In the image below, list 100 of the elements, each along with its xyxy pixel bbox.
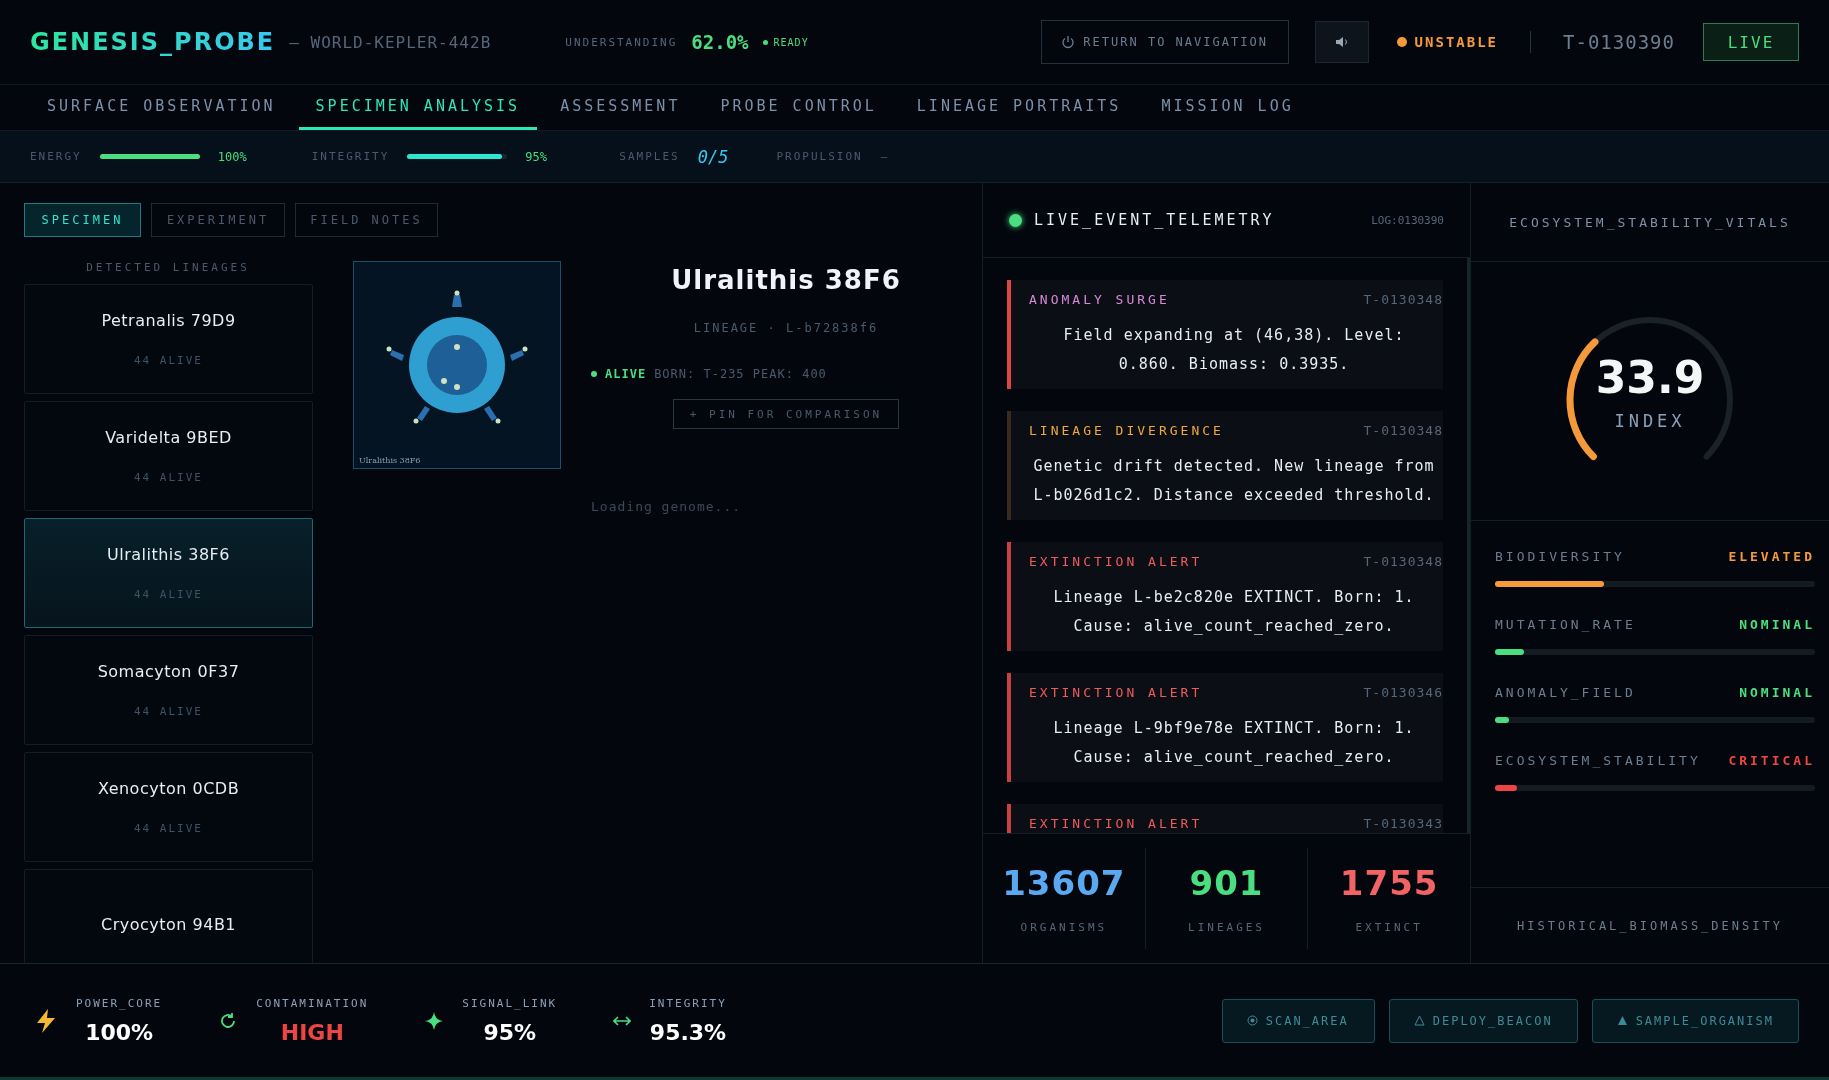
- energy-reading: 100%: [217, 149, 248, 164]
- readout-label: INTEGRITY: [649, 996, 727, 1010]
- lineage-card[interactable]: Varidelta 9BED 44 ALIVE: [24, 401, 313, 511]
- nav-tab[interactable]: MISSION LOG: [1144, 85, 1311, 130]
- event-time: T-0130343: [1363, 816, 1443, 831]
- alive-count: 44 ALIVE: [134, 588, 203, 601]
- event-time: T-0130348: [1363, 292, 1443, 307]
- samples-label: SAMPLES: [619, 150, 680, 163]
- alive-status: ALIVE: [605, 367, 647, 381]
- lineage-card[interactable]: Somacyton 0F37 44 ALIVE: [24, 635, 313, 745]
- gauge-label: INDEX: [1614, 410, 1686, 431]
- target-icon: [1246, 1015, 1258, 1026]
- stat-label: ORGANISMS: [1020, 921, 1108, 934]
- event-title: LINEAGE DIVERGENCE: [1029, 423, 1224, 438]
- log-id: LOG:0130390: [1371, 213, 1444, 227]
- stat-value: 13607: [1002, 863, 1126, 903]
- metric-status: NOMINAL: [1739, 685, 1815, 700]
- lineage-id: LINEAGE · L-b72838f6: [693, 321, 879, 335]
- lineages-heading: DETECTED LINEAGES: [85, 261, 251, 274]
- metric-name: ANOMALY_FIELD: [1495, 685, 1636, 700]
- stat-value: 901: [1189, 863, 1264, 903]
- understanding-value: 62.0%: [691, 31, 749, 53]
- alive-count: 44 ALIVE: [134, 471, 203, 484]
- event-time: T-0130348: [1363, 423, 1443, 438]
- readout-value: 100%: [85, 1019, 154, 1045]
- event-title: EXTINCTION ALERT: [1029, 685, 1203, 700]
- event-title: ANOMALY SURGE: [1029, 292, 1170, 307]
- born-info: BORN: T-235 PEAK: 400: [654, 367, 827, 381]
- lineage-card[interactable]: Cryocyton 94B1: [24, 869, 313, 963]
- triangle-icon: [1413, 1015, 1425, 1026]
- nav-tab[interactable]: LINEAGE PORTRAITS: [899, 85, 1139, 130]
- propulsion-value: —: [880, 150, 890, 163]
- readout-label: POWER_CORE: [76, 996, 163, 1010]
- metric-status: NOMINAL: [1739, 617, 1815, 632]
- metric-name: MUTATION_RATE: [1495, 617, 1636, 632]
- lineage-card[interactable]: Ulralithis 38F6 44 ALIVE: [24, 518, 313, 628]
- readout-value: 95%: [483, 1019, 537, 1045]
- lineage-card[interactable]: Petranalis 79D9 44 ALIVE: [24, 284, 313, 394]
- gauge-value: 33.9: [1595, 351, 1705, 403]
- loading-text: Loading genome...: [590, 499, 743, 514]
- tick-counter: T-0130390: [1563, 31, 1675, 53]
- event-title: EXTINCTION ALERT: [1029, 816, 1203, 831]
- nav-tab[interactable]: PROBE CONTROL: [703, 85, 894, 130]
- alive-count: 44 ALIVE: [134, 822, 203, 835]
- stat-value: 1755: [1339, 863, 1439, 903]
- power-icon: [1061, 35, 1076, 49]
- lineage-name: Somacyton 0F37: [97, 662, 240, 681]
- metric-name: BIODIVERSITY: [1495, 549, 1625, 564]
- propulsion-label: PROPULSION: [776, 150, 863, 163]
- event-text: Lineage L-9bf9e78e EXTINCT. Born: 1. Cause: alive_count_reached_zero.: [1052, 718, 1416, 768]
- energy-label: ENERGY: [30, 150, 82, 163]
- scan-button[interactable]: SCAN_AREA: [1221, 998, 1375, 1043]
- world-name: — WORLD-KEPLER-442B: [289, 32, 492, 52]
- return-button[interactable]: RETURN TO NAVIGATION: [1040, 20, 1289, 64]
- readout-value: 95.3%: [649, 1019, 727, 1045]
- live-dot-icon: [1009, 213, 1022, 227]
- triangle-icon: [1616, 1015, 1628, 1026]
- sample-button[interactable]: SAMPLE_ORGANISM: [1591, 998, 1799, 1043]
- telemetry-title: LIVE_EVENT_TELEMETRY: [1034, 211, 1275, 229]
- status-dot-icon: [591, 371, 597, 377]
- metric-name: ECOSYSTEM_STABILITY: [1495, 753, 1701, 768]
- readout-value: HIGH: [280, 1019, 344, 1045]
- integrity-label: INTEGRITY: [311, 150, 390, 163]
- lineage-name: Ulralithis 38F6: [107, 545, 230, 564]
- ready-status: READY: [773, 36, 809, 48]
- stat-label: EXTINCT: [1355, 921, 1423, 934]
- alive-count: 44 ALIVE: [134, 705, 203, 718]
- metric-status: ELEVATED: [1728, 549, 1815, 564]
- event-text: Field expanding at (46,38). Level: 0.860. Biomass: 0.3935.: [1062, 325, 1406, 375]
- history-title: HISTORICAL_BIOMASS_DENSITY: [1471, 887, 1829, 963]
- metric-status: CRITICAL: [1728, 753, 1815, 768]
- lightning-icon: [34, 1007, 58, 1034]
- image-caption: Ulralithis 38F6: [359, 456, 421, 465]
- nav-tab[interactable]: ASSESSMENT: [543, 85, 698, 130]
- stat-label: LINEAGES: [1188, 921, 1265, 934]
- status-dot-icon: [762, 39, 768, 45]
- double-arrow-icon: [613, 1013, 632, 1028]
- nav-tab[interactable]: SURFACE OBSERVATION: [30, 85, 293, 130]
- stability-status: UNSTABLE: [1396, 34, 1499, 50]
- speaker-button[interactable]: [1314, 21, 1369, 63]
- understanding-label: UNDERSTANDING: [565, 35, 678, 49]
- event-text: Lineage L-be2c820e EXTINCT. Born: 1. Cause: alive_count_reached_zero.: [1052, 587, 1416, 637]
- sub-tab[interactable]: SPECIMEN: [24, 203, 141, 237]
- readout-label: CONTAMINATION: [256, 996, 369, 1010]
- lineage-name: Cryocyton 94B1: [100, 914, 237, 934]
- vitals-title: ECOSYSTEM_STABILITY_VITALS: [1471, 183, 1829, 262]
- live-button[interactable]: LIVE: [1703, 23, 1799, 61]
- event-text: Genetic drift detected. New lineage from L-b026d1c2. Distance exceeded threshold.: [1032, 456, 1436, 506]
- lineage-name: Petranalis 79D9: [101, 311, 236, 330]
- readout-label: SIGNAL_LINK: [462, 996, 558, 1010]
- integrity-reading: 95%: [525, 149, 549, 164]
- lineage-name: Xenocyton 0CDB: [97, 779, 240, 798]
- alive-count: 44 ALIVE: [134, 354, 203, 367]
- samples-value: 0/5: [697, 146, 729, 167]
- beacon-button[interactable]: DEPLOY_BEACON: [1388, 998, 1578, 1043]
- event-title: EXTINCTION ALERT: [1029, 554, 1203, 569]
- lineage-card[interactable]: Xenocyton 0CDB 44 ALIVE: [24, 752, 313, 862]
- lineage-name: Varidelta 9BED: [105, 428, 232, 447]
- event-time: T-0130348: [1363, 554, 1443, 569]
- specimen-name: Ulralithis 38F6: [671, 265, 901, 295]
